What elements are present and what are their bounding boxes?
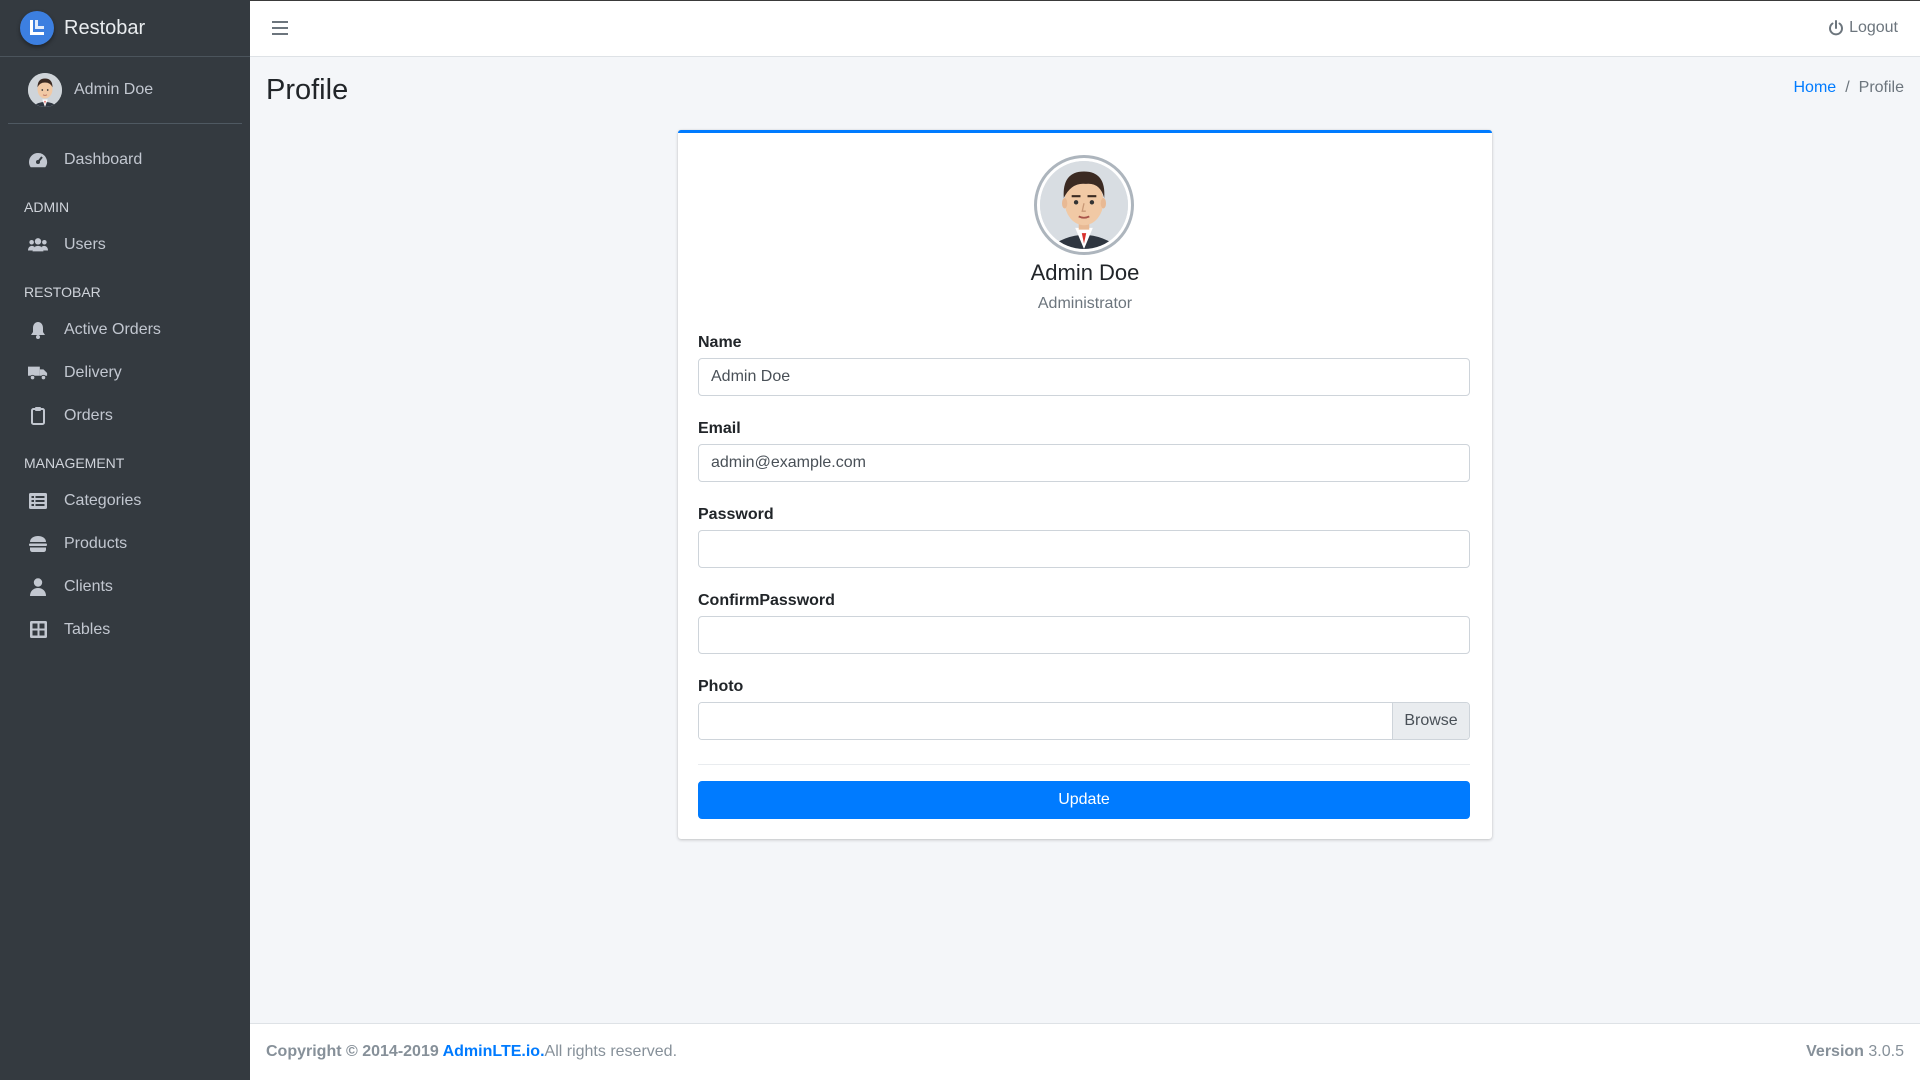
truck-icon [28,363,48,383]
nav-header-admin: ADMIN [24,199,70,215]
sidebar-item-tables[interactable]: Tables [0,608,250,651]
name-input[interactable] [698,358,1470,396]
sidebar-item-label: Orders [64,406,113,424]
logout-label: Logout [1849,19,1898,36]
email-input[interactable] [698,444,1470,482]
version-number: 3.0.5 [1868,1043,1904,1060]
sidebar-item-clients[interactable]: Clients [0,565,250,608]
name-label: Name [698,334,742,351]
sidebar-item-label: Clients [64,577,113,595]
confirm-password-group: ConfirmPassword [698,591,1470,677]
menu-toggle-icon[interactable] [272,21,288,35]
sidebar-item-label: Active Orders [64,320,161,338]
table-grid-icon [28,620,48,640]
profile-card: Admin Doe Administrator Name Email Passw… [678,130,1492,839]
profile-name: Admin Doe [1030,260,1140,285]
email-group: Email [698,419,1470,505]
user-icon [28,577,48,597]
form-divider [698,764,1470,765]
sidebar-item-label: Categories [64,491,142,509]
main-sidebar: Restobar Admin Doe Dashboard ADMIN Users… [0,0,250,1080]
profile-role: Administrator [1037,295,1133,312]
name-group: Name [698,333,1470,419]
tachometer-icon [28,150,48,170]
photo-file-input[interactable]: Browse [698,702,1470,740]
breadcrumb: Home / Profile [1794,79,1905,97]
profile-form: Name Email Password ConfirmPassword Phot… [698,333,1470,763]
breadcrumb-separator: / [1845,79,1850,96]
profile-avatar [1034,155,1134,255]
breadcrumb-home-link[interactable]: Home [1794,79,1837,97]
photo-group: Photo Browse [698,677,1470,763]
clipboard-icon [28,406,48,426]
sidebar-item-label: Tables [64,620,111,638]
brand-text: Restobar [64,16,146,39]
sidebar-nav: Dashboard ADMIN Users RESTOBAR Active Or… [0,124,250,651]
nav-header-restobar: RESTOBAR [24,284,101,300]
power-off-icon [1829,20,1844,36]
rights-text: All rights reserved. [544,1043,678,1060]
sidebar-item-active-orders[interactable]: Active Orders [0,308,250,351]
password-input[interactable] [698,530,1470,568]
adminlte-logo-icon [20,11,54,45]
version-label: Version [1806,1043,1864,1060]
sidebar-item-delivery[interactable]: Delivery [0,351,250,394]
sidebar-item-users[interactable]: Users [0,223,250,266]
sidebar-item-categories[interactable]: Categories [0,479,250,522]
sidebar-item-orders[interactable]: Orders [0,394,250,437]
user-panel[interactable]: Admin Doe [8,57,242,124]
photo-label: Photo [698,678,744,695]
version-info: Version 3.0.5 [1806,1043,1904,1061]
password-label: Password [698,506,774,523]
nav-header-management: MANAGEMENT [24,455,125,471]
user-avatar [28,73,62,107]
main-footer: Copyright © 2014-2019 AdminLTE.io.All ri… [250,1023,1920,1080]
user-name: Admin Doe [74,81,154,98]
file-name-display[interactable] [699,703,1392,739]
hamburger-food-icon [28,534,48,554]
copyright: Copyright © 2014-2019 AdminLTE.io.All ri… [266,1043,677,1061]
email-label: Email [698,420,741,437]
brand-link[interactable]: Restobar [0,0,250,57]
copyright-text: Copyright © 2014-2019 [266,1043,443,1060]
logout-link[interactable]: Logout [1828,19,1898,37]
top-navbar: Logout [250,0,1920,57]
list-alt-icon [28,491,48,511]
breadcrumb-current: Profile [1858,79,1904,96]
sidebar-item-label: Users [64,235,106,253]
bell-icon [28,320,48,340]
adminlte-link[interactable]: AdminLTE.io. [443,1043,545,1060]
browse-button[interactable]: Browse [1392,703,1469,739]
sidebar-item-products[interactable]: Products [0,522,250,565]
sidebar-item-label: Products [64,534,128,552]
confirm-password-label: ConfirmPassword [698,592,835,609]
sidebar-item-label: Delivery [64,363,122,381]
confirm-password-input[interactable] [698,616,1470,654]
page-title: Profile [266,74,349,106]
sidebar-item-label: Dashboard [64,150,143,168]
update-button[interactable]: Update [698,781,1470,819]
users-icon [28,235,48,255]
password-group: Password [698,505,1470,591]
sidebar-item-dashboard[interactable]: Dashboard [0,138,250,181]
